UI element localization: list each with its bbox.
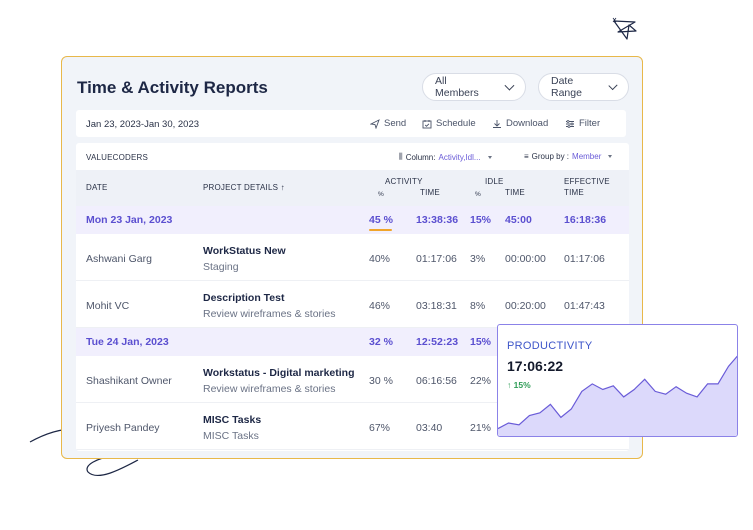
send-label: Send [384, 118, 407, 129]
project-name: Workstatus - Digital marketing [203, 367, 355, 379]
header-date: DATE [86, 183, 108, 192]
schedule-label: Schedule [436, 118, 476, 129]
caret-down-icon [487, 155, 492, 159]
date-range-dropdown-label: Date Range [551, 75, 582, 99]
table-row[interactable]: Mohit VC Description Test Review wirefra… [76, 281, 629, 328]
day-activity-pct: 32 % [369, 336, 393, 348]
member-name: Shashikant Owner [86, 375, 172, 387]
effective-time: 01:17:06 [564, 253, 605, 265]
day-date: Tue 24 Jan, 2023 [86, 336, 169, 348]
activity-time: 06:16:56 [416, 375, 457, 387]
schedule-button[interactable]: Schedule [422, 118, 476, 129]
productivity-card: PRODUCTIVITY 17:06:22 ↑ 15% [497, 324, 738, 437]
star-doodle-icon [612, 17, 637, 40]
day-group-row[interactable]: Mon 23 Jan, 2023 45 % 13:38:36 15% 45:00… [76, 206, 629, 234]
productivity-change: ↑ 15% [507, 380, 531, 390]
day-idle-pct: 15% [470, 336, 492, 348]
selected-date-range: Jan 23, 2023-Jan 30, 2023 [86, 119, 200, 130]
project-name: WorkStatus New [203, 245, 286, 257]
header-idle-pct: % [475, 191, 481, 198]
project-name: MISC Tasks [203, 414, 262, 426]
activity-time: 01:17:06 [416, 253, 457, 265]
chevron-down-icon [608, 80, 618, 90]
header-effective: EFFECTIVE [564, 177, 610, 186]
calendar-icon [422, 119, 432, 128]
task-name: Review wireframes & stories [203, 308, 336, 320]
project-name: Description Test [203, 292, 285, 304]
task-name: Review wireframes & stories [203, 383, 336, 395]
column-selector-label: Column: [405, 152, 436, 162]
productivity-label: PRODUCTIVITY [507, 340, 593, 352]
organization-name: VALUECODERS [86, 153, 149, 162]
download-label: Download [506, 118, 549, 129]
header-effective-time: TIME [564, 188, 584, 197]
column-selector[interactable]: ⫼ Column: Activity,Idl... [399, 152, 492, 162]
member-name: Mohit VC [86, 300, 130, 312]
activity-pct: 30 % [369, 375, 393, 387]
idle-pct: 21% [470, 422, 492, 434]
day-idle-time: 45:00 [505, 214, 532, 226]
activity-time: 03:40 [416, 422, 443, 434]
caret-down-icon [608, 155, 613, 158]
idle-time: 00:20:00 [505, 300, 546, 312]
day-activity-time: 12:52:23 [416, 336, 459, 348]
filter-icon [566, 119, 574, 128]
activity-highlight-underline [369, 229, 392, 231]
group-by-selector[interactable]: ≡ Group by : Member [524, 152, 613, 161]
page-title: Time & Activity Reports [77, 78, 268, 97]
activity-pct: 46% [369, 300, 391, 312]
filter-button[interactable]: Filter [565, 118, 600, 129]
day-activity-time: 13:38:36 [416, 214, 459, 226]
effective-time: 01:47:43 [564, 300, 605, 312]
activity-pct: 40% [369, 253, 391, 265]
member-name: Priyesh Pandey [86, 422, 160, 434]
idle-pct: 3% [470, 253, 486, 265]
send-icon [370, 118, 380, 129]
table-header: DATE PROJECT DETAILS ↑ ACTIVITY % TIME I… [76, 170, 629, 206]
day-activity-pct: 45 % [369, 214, 393, 226]
members-dropdown[interactable]: All Members [422, 73, 526, 101]
header-activity-time: TIME [420, 188, 440, 197]
header-idle-time: TIME [505, 188, 525, 197]
idle-time: 00:00:00 [505, 253, 546, 265]
download-icon [493, 119, 501, 128]
productivity-time: 17:06:22 [507, 358, 564, 374]
send-button[interactable]: Send [370, 118, 406, 129]
activity-time: 03:18:31 [416, 300, 457, 312]
header-activity: ACTIVITY [385, 177, 423, 186]
columns-icon: ⫼ [399, 152, 403, 161]
chevron-down-icon [504, 80, 515, 90]
activity-pct: 67% [369, 422, 391, 434]
member-name: Ashwani Garg [86, 253, 152, 265]
table-row[interactable]: Ashwani Garg WorkStatus New Staging 40% … [76, 234, 629, 281]
task-name: Staging [203, 261, 239, 273]
download-button[interactable]: Download [492, 118, 548, 129]
day-effective-time: 16:18:36 [564, 214, 607, 226]
column-selector-value: Activity,Idl... [438, 152, 481, 162]
idle-pct: 22% [470, 375, 492, 387]
header-project[interactable]: PROJECT DETAILS ↑ [203, 183, 285, 192]
group-by-value: Member [572, 152, 602, 161]
members-dropdown-label: All Members [435, 75, 479, 99]
group-by-label: Group by : [531, 152, 570, 161]
header-idle: IDLE [485, 177, 504, 186]
filter-label: Filter [579, 118, 601, 129]
task-name: MISC Tasks [203, 430, 259, 442]
idle-pct: 8% [470, 300, 486, 312]
report-toolbar: Jan 23, 2023-Jan 30, 2023 Send Schedule … [76, 110, 626, 137]
day-idle-pct: 15% [470, 214, 492, 226]
header-activity-pct: % [378, 191, 384, 198]
day-date: Mon 23 Jan, 2023 [86, 214, 173, 226]
date-range-dropdown[interactable]: Date Range [538, 73, 629, 101]
list-icon: ≡ [524, 152, 529, 161]
